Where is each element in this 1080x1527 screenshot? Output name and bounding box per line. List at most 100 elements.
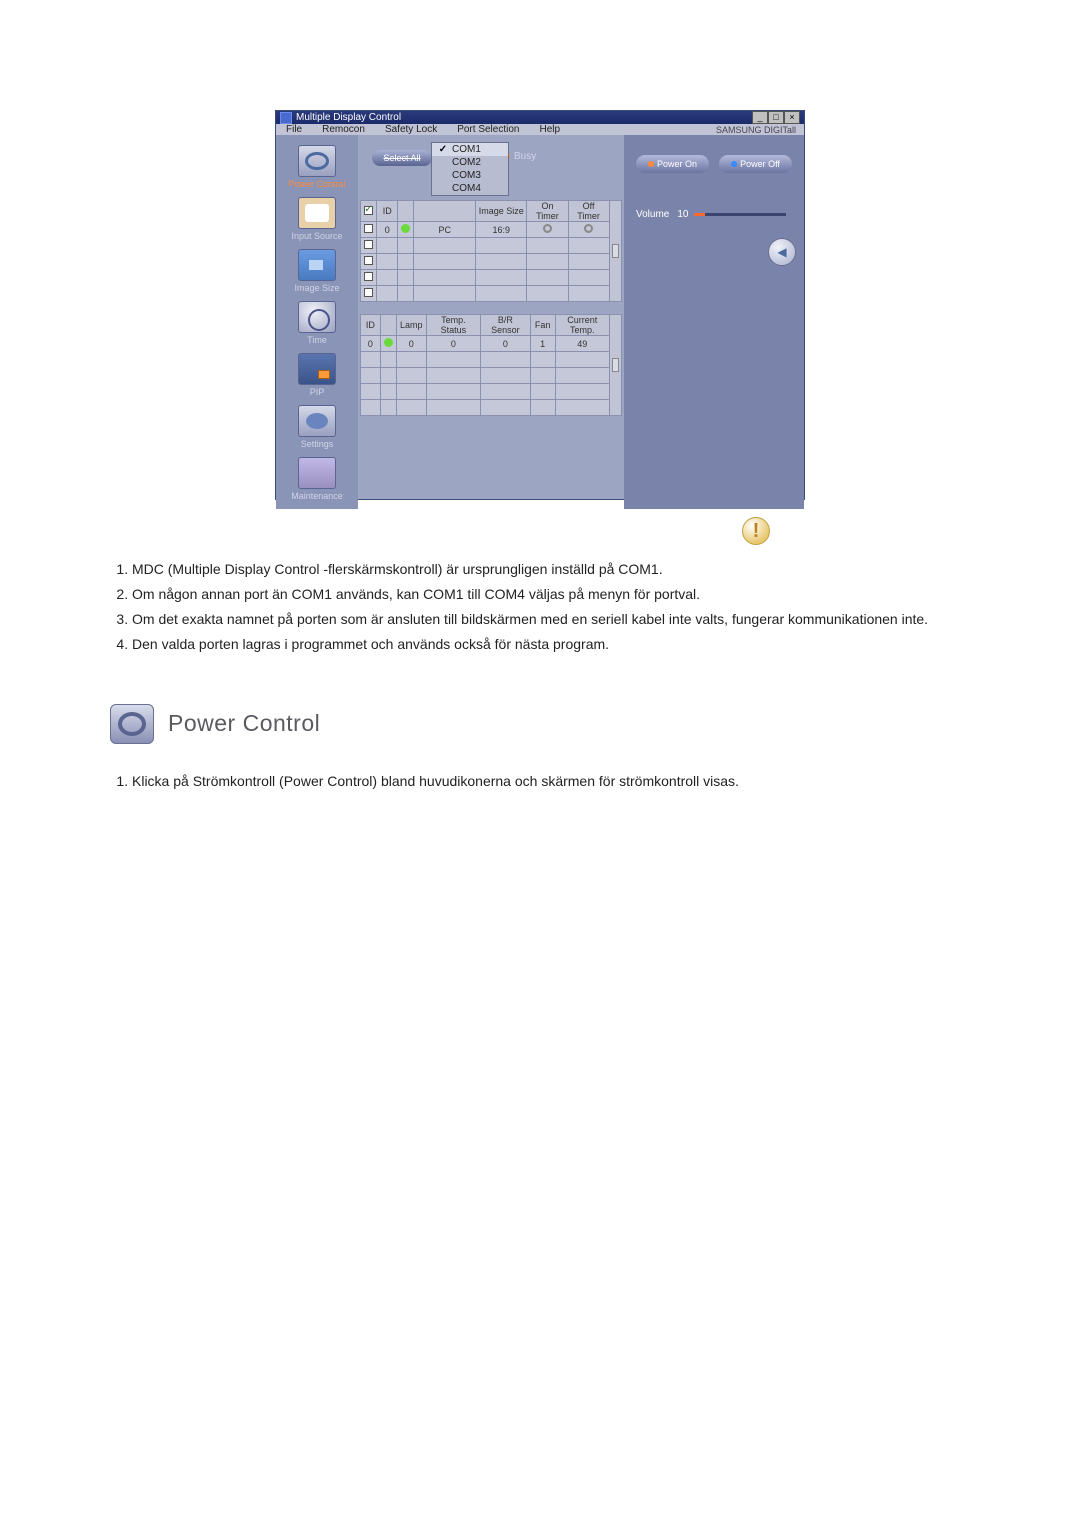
col-status — [397, 201, 413, 222]
list-item: Den valda porten lagras i programmet och… — [132, 635, 970, 654]
power-off-button[interactable]: Power Off — [719, 155, 792, 173]
col-id: ID — [377, 201, 398, 222]
sidebar-item-time[interactable]: Time — [282, 301, 352, 345]
col-id: ID — [361, 315, 381, 336]
list-item: Klicka på Strömkontroll (Power Control) … — [132, 772, 970, 791]
maximize-button[interactable]: □ — [768, 111, 784, 124]
select-all-checkbox[interactable] — [364, 206, 373, 215]
sidebar-item-pip[interactable]: PIP — [282, 353, 352, 397]
right-control-panel: Power On Power Off Volume 10 ◀ — [624, 135, 804, 509]
row-checkbox[interactable] — [364, 256, 373, 265]
table-row[interactable] — [361, 352, 622, 368]
col-on-timer: On Timer — [527, 201, 568, 222]
list-item: Om det exakta namnet på porten som är an… — [132, 610, 970, 629]
col-fan: Fan — [530, 315, 555, 336]
menu-remocon[interactable]: Remocon — [312, 124, 375, 135]
port-notes-list: MDC (Multiple Display Control -flerskärm… — [132, 560, 970, 654]
sidebar-item-image-size[interactable]: Image Size — [282, 249, 352, 293]
close-button[interactable]: × — [784, 111, 800, 124]
table-row[interactable] — [361, 270, 622, 286]
select-all-button[interactable]: Select All — [372, 150, 432, 166]
check-icon: ✓ — [438, 145, 448, 155]
port-selection-dropdown: ✓COM1 COM2 COM3 COM4 — [431, 142, 509, 196]
sidebar-item-label: Time — [307, 335, 327, 345]
display-grid: ID Image Size On Timer Off Timer 0 PC 16… — [360, 200, 622, 302]
row-checkbox[interactable] — [364, 224, 373, 233]
menu-file[interactable]: File — [276, 124, 312, 135]
list-item: MDC (Multiple Display Control -flerskärm… — [132, 560, 970, 579]
alert-icon: ! — [742, 517, 770, 545]
volume-label: Volume — [636, 209, 669, 220]
col-status — [380, 315, 396, 336]
table-row[interactable]: 0 0 0 0 1 49 — [361, 336, 622, 352]
status-dot-icon — [384, 338, 393, 347]
table-row[interactable] — [361, 254, 622, 270]
col-br-sensor: B/R Sensor — [481, 315, 531, 336]
sidebar-item-label: Power Control — [288, 179, 345, 189]
col-source — [414, 201, 476, 222]
sidebar-item-label: Settings — [301, 439, 334, 449]
section-title: Power Control — [168, 710, 320, 737]
row-checkbox[interactable] — [364, 272, 373, 281]
sidebar-item-label: Image Size — [294, 283, 339, 293]
minimize-button[interactable]: _ — [752, 111, 768, 124]
section-heading: Power Control — [110, 704, 970, 744]
pip-icon — [298, 353, 336, 385]
timer-off-icon — [584, 224, 593, 233]
table-row[interactable] — [361, 368, 622, 384]
image-size-icon — [298, 249, 336, 281]
table-row[interactable] — [361, 238, 622, 254]
volume-control: Volume 10 — [632, 205, 796, 224]
sidebar-item-maintenance[interactable]: Maintenance — [282, 457, 352, 501]
col-temp-status: Temp. Status — [426, 315, 480, 336]
grid-header-row: ID Image Size On Timer Off Timer — [361, 201, 622, 222]
status-dot-icon — [401, 224, 410, 233]
port-option-com4[interactable]: COM4 — [432, 182, 508, 195]
main-sidebar: Power Control Input Source Image Size Ti… — [276, 135, 358, 509]
col-current-temp: Current Temp. — [555, 315, 610, 336]
menu-bar: File Remocon Safety Lock Port Selection … — [276, 124, 804, 135]
row-checkbox[interactable] — [364, 240, 373, 249]
brand-label: SAMSUNG DIGITall — [716, 125, 804, 135]
sidebar-item-label: PIP — [310, 387, 325, 397]
volume-icon[interactable]: ◀ — [768, 238, 796, 266]
list-item: Om någon annan port än COM1 används, kan… — [132, 585, 970, 604]
app-icon — [280, 112, 292, 124]
table-row[interactable] — [361, 400, 622, 416]
maintenance-icon — [298, 457, 336, 489]
status-grid: ID Lamp Temp. Status B/R Sensor Fan Curr… — [360, 314, 622, 416]
time-icon — [298, 301, 336, 333]
dot-icon — [648, 161, 654, 167]
menu-help[interactable]: Help — [529, 124, 570, 135]
grid-scrollbar[interactable] — [609, 201, 621, 302]
grid-scrollbar[interactable] — [610, 315, 622, 416]
volume-slider[interactable] — [694, 213, 786, 216]
power-on-button[interactable]: Power On — [636, 155, 709, 173]
table-row[interactable]: 0 PC 16:9 — [361, 222, 622, 238]
table-row[interactable] — [361, 286, 622, 302]
gear-icon — [298, 405, 336, 437]
sidebar-item-input-source[interactable]: Input Source — [282, 197, 352, 241]
col-off-timer: Off Timer — [568, 201, 609, 222]
power-icon — [298, 145, 336, 177]
sidebar-item-power-control[interactable]: Power Control — [282, 145, 352, 189]
menu-safety-lock[interactable]: Safety Lock — [375, 124, 447, 135]
port-option-com3[interactable]: COM3 — [432, 169, 508, 182]
volume-value: 10 — [677, 209, 688, 220]
power-control-notes-list: Klicka på Strömkontroll (Power Control) … — [132, 772, 970, 791]
row-checkbox[interactable] — [364, 288, 373, 297]
grid-header-row: ID Lamp Temp. Status B/R Sensor Fan Curr… — [361, 315, 622, 336]
port-option-com2[interactable]: COM2 — [432, 156, 508, 169]
table-row[interactable] — [361, 384, 622, 400]
window-title: Multiple Display Control — [296, 112, 401, 123]
window-titlebar: Multiple Display Control _ □ × — [276, 111, 804, 124]
sidebar-item-settings[interactable]: Settings — [282, 405, 352, 449]
sidebar-item-label: Input Source — [291, 231, 342, 241]
dot-icon — [731, 161, 737, 167]
col-image-size: Image Size — [476, 201, 527, 222]
mdc-app-window: Multiple Display Control _ □ × File Remo… — [275, 110, 805, 500]
input-source-icon — [298, 197, 336, 229]
menu-port-selection[interactable]: Port Selection — [447, 124, 529, 135]
timer-off-icon — [543, 224, 552, 233]
port-option-com1[interactable]: ✓COM1 — [432, 143, 508, 156]
